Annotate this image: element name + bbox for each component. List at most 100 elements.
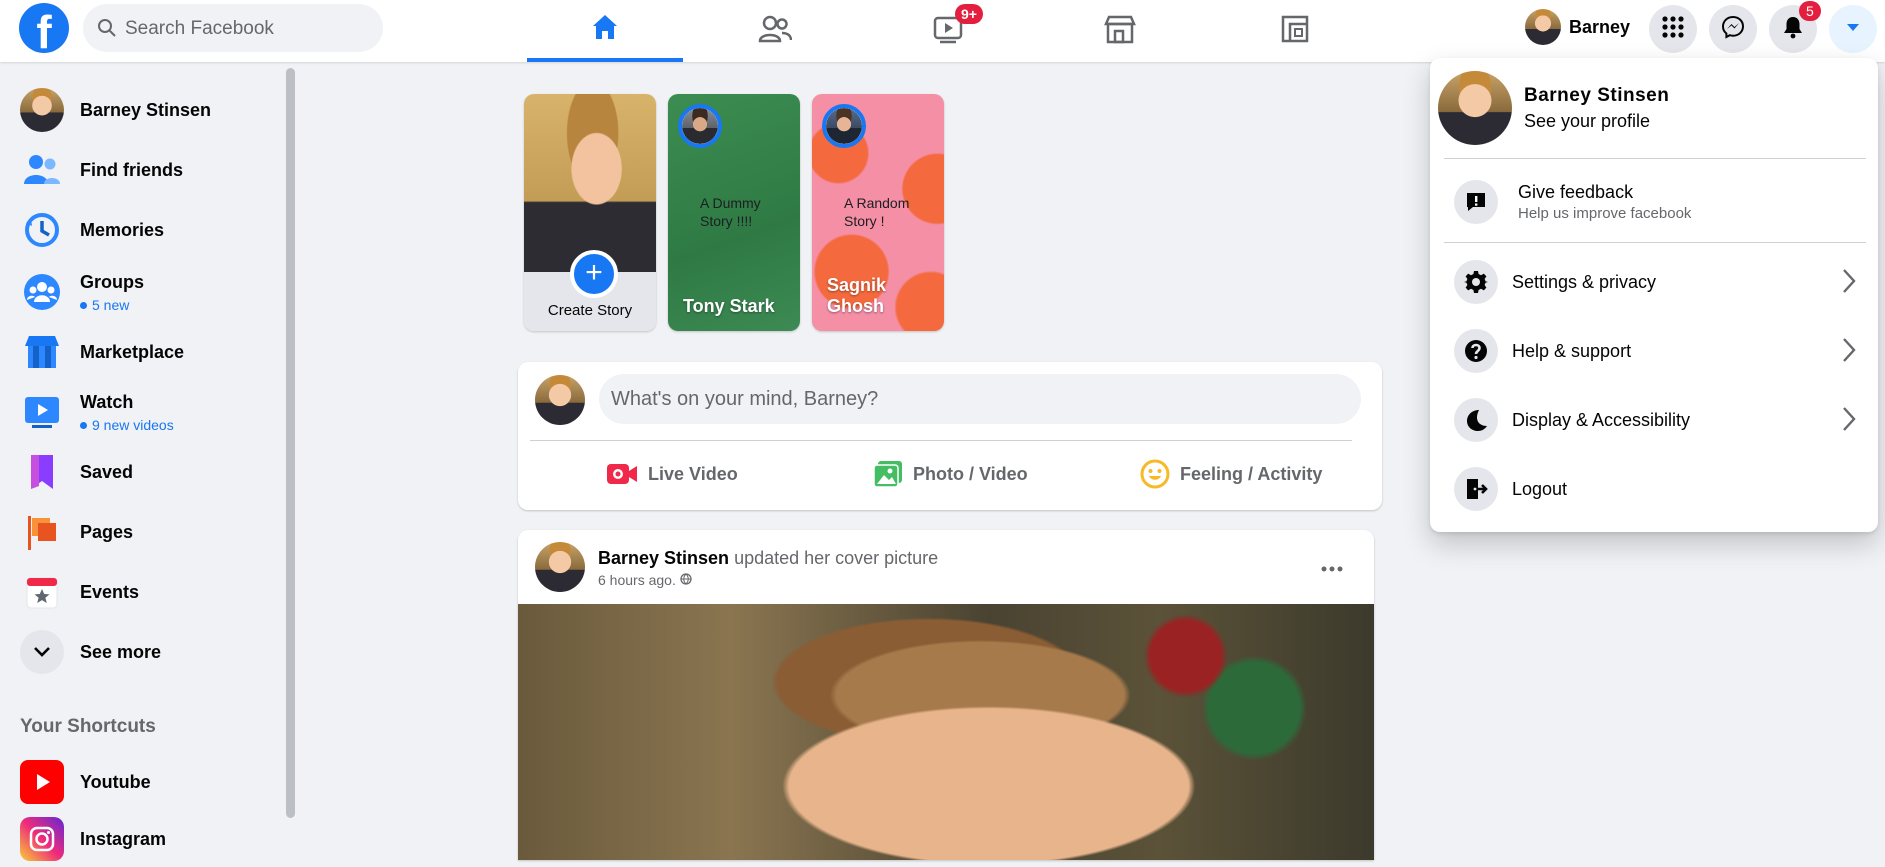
menu-item-help-support[interactable]: Help & support: [1438, 323, 1870, 379]
chevron-right-icon: [1842, 337, 1856, 368]
sidebar-item-profile[interactable]: Barney Stinsen: [8, 82, 278, 138]
post-action: updated her cover picture: [734, 548, 939, 568]
post-timestamp[interactable]: 6 hours ago.: [598, 572, 692, 588]
tab-watch[interactable]: 9+: [871, 0, 1027, 62]
story-card[interactable]: A Dummy Story !!!! Tony Stark: [668, 94, 800, 331]
shortcut-instagram[interactable]: Instagram: [8, 811, 278, 867]
menu-item-logout[interactable]: Logout: [1438, 461, 1870, 517]
gear-icon: [1454, 260, 1498, 304]
account-dropdown-menu: Barney Stinsen See your profile Give fee…: [1430, 58, 1878, 532]
shortcut-youtube[interactable]: Youtube: [8, 754, 278, 810]
sidebar-item-label: Barney Stinsen: [80, 99, 212, 120]
profile-chip-name: Barney: [1569, 16, 1631, 37]
left-sidebar: Barney Stinsen Find friends Memories Gro…: [0, 62, 296, 861]
avatar[interactable]: [535, 542, 585, 592]
plus-icon: +: [570, 250, 618, 298]
avatar: [1438, 71, 1512, 145]
sidebar-item-label: Pages: [80, 521, 134, 542]
menu-item-give-feedback[interactable]: Give feedback Help us improve facebook: [1438, 170, 1870, 234]
youtube-icon: [20, 760, 64, 804]
friends-icon: [20, 148, 64, 192]
feed-post: Barney Stinsen updated her cover picture…: [518, 530, 1374, 860]
sidebar-item-label: See more: [80, 641, 162, 662]
moon-icon: [1454, 398, 1498, 442]
bookmark-icon: [20, 450, 64, 494]
sidebar-item-events[interactable]: Events: [8, 564, 278, 620]
groups-sub-text: 5 new: [92, 296, 130, 313]
story-card[interactable]: A Random Story ! Sagnik Ghosh: [812, 94, 944, 331]
menu-profile-name: Barney Stinsen: [1524, 84, 1670, 106]
avatar: [20, 88, 64, 132]
sidebar-item-groups[interactable]: Groups 5 new: [8, 264, 278, 320]
menu-item-label: Logout: [1512, 478, 1568, 499]
messenger-button[interactable]: [1709, 5, 1757, 53]
menu-item-settings-privacy[interactable]: Settings & privacy: [1438, 254, 1870, 310]
story-text: A Random Story !: [844, 195, 910, 229]
clock-icon: [20, 208, 64, 252]
photo-video-label: Photo / Video: [913, 463, 1028, 484]
notifications-button[interactable]: 5: [1769, 1, 1821, 53]
menu-profile-sub: See your profile: [1524, 110, 1651, 131]
gaming-icon: [1280, 14, 1310, 49]
post-image[interactable]: [518, 604, 1374, 860]
menu-item-display-accessibility[interactable]: Display & Accessibility: [1438, 392, 1870, 448]
facebook-logo[interactable]: f: [19, 3, 69, 53]
instagram-icon: [20, 817, 64, 861]
search-box[interactable]: [83, 4, 383, 54]
tab-home[interactable]: [527, 0, 683, 62]
feeling-activity-button[interactable]: Feeling / Activity: [1140, 454, 1322, 494]
sidebar-item-watch[interactable]: Watch 9 new videos: [8, 384, 278, 440]
chevron-right-icon: [1842, 406, 1856, 437]
create-story-label: Create Story: [547, 302, 633, 319]
photo-video-button[interactable]: Photo / Video: [873, 454, 1028, 494]
groups-sub: 5 new: [80, 297, 144, 313]
sidebar-item-marketplace[interactable]: Marketplace: [8, 324, 278, 380]
account-menu-button[interactable]: [1829, 5, 1877, 53]
live-video-button[interactable]: Live Video: [606, 454, 738, 494]
sidebar-scrollbar[interactable]: [286, 68, 295, 818]
calendar-icon: [20, 570, 64, 614]
composer-input[interactable]: What's on your mind, Barney?: [599, 374, 1361, 424]
photo-icon: [873, 460, 903, 488]
story-text: A Dummy Story !!!!: [700, 195, 761, 229]
sidebar-item-saved[interactable]: Saved: [8, 444, 278, 500]
smiley-icon: [1140, 459, 1170, 489]
flag-icon: [20, 510, 64, 554]
sidebar-item-label: Groups 5 new: [80, 272, 144, 313]
home-icon: [589, 11, 621, 48]
sidebar-item-label: Watch 9 new videos: [80, 392, 174, 433]
sidebar-item-label: Instagram: [80, 828, 167, 849]
story-owner: Sagnik Ghosh: [827, 275, 887, 316]
story-avatar: [822, 104, 866, 148]
tab-marketplace[interactable]: [1042, 0, 1198, 62]
post-author[interactable]: Barney Stinsen: [598, 548, 729, 568]
avatar: [535, 375, 585, 425]
search-input[interactable]: [123, 4, 377, 54]
create-story-card[interactable]: + Create Story: [524, 94, 656, 331]
sidebar-item-pages[interactable]: Pages: [8, 504, 278, 560]
question-icon: [1454, 329, 1498, 373]
post-options-button[interactable]: [1314, 550, 1350, 586]
watch-label: Watch: [80, 391, 134, 412]
post-time: 6 hours ago.: [598, 572, 676, 588]
groups-label: Groups: [80, 271, 145, 292]
profile-chip[interactable]: Barney: [1521, 5, 1653, 49]
groups-icon: [20, 270, 64, 314]
menu-grid-button[interactable]: [1649, 5, 1697, 53]
feeling-activity-label: Feeling / Activity: [1180, 463, 1323, 484]
sidebar-item-see-more[interactable]: See more: [8, 624, 278, 680]
marketplace-icon: [1103, 14, 1137, 49]
menu-item-label: Settings & privacy: [1512, 271, 1657, 292]
sidebar-item-label: Find friends: [80, 159, 183, 180]
feedback-icon: [1454, 180, 1498, 224]
sidebar-item-label: Memories: [80, 219, 165, 240]
sidebar-item-memories[interactable]: Memories: [8, 202, 278, 258]
sidebar-item-label: Marketplace: [80, 341, 185, 362]
menu-profile-row[interactable]: Barney Stinsen See your profile: [1438, 66, 1870, 150]
tab-gaming[interactable]: [1217, 0, 1373, 62]
menu-item-label: Help & support: [1512, 340, 1632, 361]
bell-icon: [1782, 15, 1804, 44]
more-horizontal-icon: [1321, 559, 1343, 577]
tab-friends[interactable]: [697, 0, 853, 62]
sidebar-item-find-friends[interactable]: Find friends: [8, 142, 278, 198]
